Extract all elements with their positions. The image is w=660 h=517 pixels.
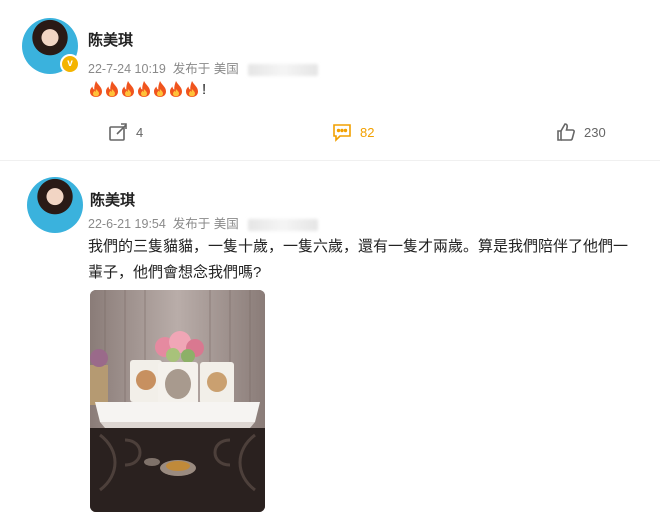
fire-emoji-icon — [154, 81, 166, 98]
fire-emoji-icon — [122, 81, 134, 98]
post-actions: 4 82 230 — [0, 122, 660, 146]
avatar[interactable] — [27, 177, 83, 233]
repost-button[interactable]: 4 — [108, 122, 143, 142]
fire-emoji-icon — [106, 81, 118, 98]
like-count: 230 — [584, 124, 606, 140]
comment-icon — [333, 124, 351, 142]
fire-emoji-icon — [170, 81, 182, 98]
fire-emoji-icon — [90, 81, 102, 98]
post-divider — [0, 160, 660, 161]
post-time[interactable]: 22-6-21 19:54 — [88, 217, 166, 231]
post-source: 发布于 美国 — [172, 62, 239, 76]
post-time[interactable]: 22-7-24 10:19 — [88, 62, 166, 76]
avatar[interactable]: v — [22, 18, 80, 74]
post-text: 我們的三隻貓貓，一隻十歲，一隻六歲，還有一隻才兩歲。算是我們陪伴了他們一輩子，他… — [88, 238, 629, 281]
verified-badge-icon: v — [60, 54, 80, 74]
post-meta: 22-7-24 10:19 发布于 美国 — [88, 58, 319, 77]
post-content-suffix: ! — [202, 80, 207, 98]
fire-emoji-row — [88, 80, 200, 98]
blurred-location — [248, 218, 319, 231]
post-meta: 22-6-21 19:54 发布于 美国 — [88, 213, 319, 232]
like-button[interactable]: 230 — [556, 122, 606, 142]
comment-count: 82 — [360, 124, 375, 140]
post-photo[interactable] — [90, 290, 265, 512]
repost-count: 4 — [136, 124, 144, 140]
like-icon — [557, 123, 575, 141]
username[interactable]: 陈美琪 — [90, 189, 135, 210]
blurred-location — [248, 63, 319, 76]
comment-button[interactable]: 82 — [332, 122, 374, 142]
fire-emoji-icon — [186, 81, 198, 98]
post-content: ! — [88, 80, 206, 98]
repost-icon — [109, 123, 127, 141]
fire-emoji-icon — [138, 81, 150, 98]
cat-memorial-photo — [90, 290, 265, 512]
username[interactable]: 陈美琪 — [88, 29, 133, 50]
post-source: 发布于 美国 — [172, 217, 239, 231]
